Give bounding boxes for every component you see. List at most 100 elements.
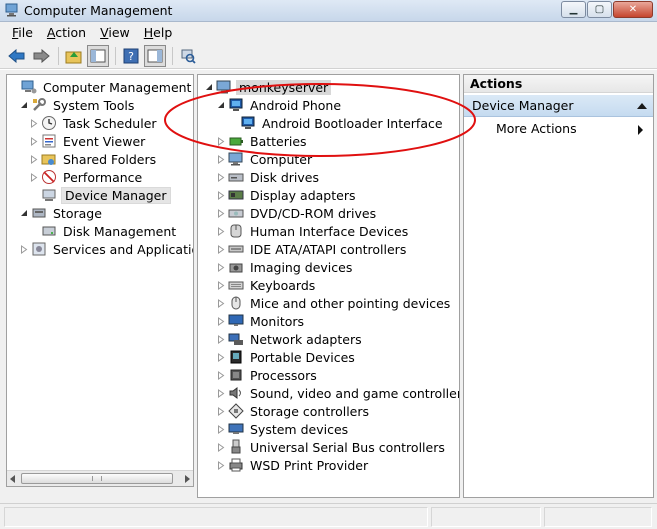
device-tree-item[interactable]: monkeyserver (204, 78, 332, 96)
expand-tree-icon[interactable] (216, 226, 226, 236)
device-tree-item[interactable]: Sound, video and game controllers (216, 384, 459, 402)
console-tree-item[interactable]: Computer Management (Local (9, 78, 193, 96)
expand-tree-icon[interactable] (29, 118, 39, 128)
expand-tree-icon[interactable] (216, 442, 226, 452)
collapse-icon[interactable] (637, 103, 647, 109)
android-bootloader-icon (240, 115, 256, 131)
device-tree-item[interactable]: Imaging devices (216, 258, 354, 276)
device-tree-label: DVD/CD-ROM drives (250, 205, 377, 221)
close-button[interactable]: ✕ (613, 1, 653, 18)
menu-view[interactable]: View (93, 25, 137, 40)
ide-controller-icon (228, 241, 244, 257)
device-tree-item[interactable]: Computer (216, 150, 314, 168)
device-tree-item[interactable]: Monitors (216, 312, 306, 330)
scroll-right-icon[interactable] (185, 475, 190, 483)
device-tree-item[interactable]: Mice and other pointing devices (216, 294, 452, 312)
expand-tree-icon[interactable] (216, 154, 226, 164)
console-tree-item[interactable]: Device Manager (29, 186, 171, 204)
expand-tree-icon[interactable] (216, 334, 226, 344)
expand-tree-icon[interactable] (216, 298, 226, 308)
up-button[interactable] (63, 45, 85, 67)
back-button[interactable] (6, 45, 28, 67)
help-button[interactable]: ? (120, 45, 142, 67)
expand-tree-icon[interactable] (216, 280, 226, 290)
scrollbar-thumb[interactable] (21, 473, 173, 484)
scroll-left-icon[interactable] (10, 475, 15, 483)
expand-tree-icon[interactable] (216, 262, 226, 272)
device-tree-label: WSD Print Provider (250, 457, 369, 473)
minimize-button[interactable]: ▁ (561, 1, 586, 18)
device-tree-item[interactable]: System devices (216, 420, 350, 438)
console-tree-item[interactable]: System Tools (19, 96, 136, 114)
imaging-device-icon (228, 259, 244, 275)
expand-tree-icon[interactable] (216, 190, 226, 200)
console-tree-item[interactable]: Shared Folders (29, 150, 158, 168)
console-tree-item[interactable]: Disk Management (29, 222, 178, 240)
menu-help[interactable]: Help (137, 25, 180, 40)
device-tree-item[interactable]: Universal Serial Bus controllers (216, 438, 447, 456)
computer-management-icon (5, 3, 18, 17)
expand-tree-icon[interactable] (216, 406, 226, 416)
forward-arrow-icon (33, 48, 50, 63)
expand-tree-icon[interactable] (216, 352, 226, 362)
performance-icon (41, 169, 57, 185)
device-tree-label: Keyboards (250, 277, 316, 293)
collapse-tree-icon[interactable] (216, 100, 226, 110)
expand-tree-icon[interactable] (216, 370, 226, 380)
device-tree-item[interactable]: Display adapters (216, 186, 357, 204)
expand-tree-icon[interactable] (216, 208, 226, 218)
expand-tree-icon[interactable] (216, 316, 226, 326)
expand-tree-icon[interactable] (216, 244, 226, 254)
display-adapter-icon (228, 187, 244, 203)
collapse-tree-icon[interactable] (204, 82, 214, 92)
collapse-tree-icon[interactable] (19, 208, 29, 218)
device-tree-item[interactable]: WSD Print Provider (216, 456, 370, 474)
expand-tree-icon[interactable] (19, 244, 29, 254)
console-tree-item[interactable]: Task Scheduler (29, 114, 159, 132)
scan-hardware-button[interactable] (177, 45, 199, 67)
device-tree-item[interactable]: Network adapters (216, 330, 364, 348)
actions-section-device-manager[interactable]: Device Manager (464, 95, 653, 117)
collapse-tree-icon[interactable] (19, 100, 29, 110)
expand-tree-icon[interactable] (29, 154, 39, 164)
usb-icon (228, 439, 244, 455)
device-tree-item[interactable]: Human Interface Devices (216, 222, 410, 240)
forward-button[interactable] (30, 45, 52, 67)
device-tree-item[interactable]: Disk drives (216, 168, 321, 186)
menu-file[interactable]: File (0, 25, 40, 40)
expand-tree-icon[interactable] (216, 172, 226, 182)
more-actions-item[interactable]: More Actions (496, 121, 577, 136)
storage-icon (31, 205, 47, 221)
console-tree-item[interactable]: Event Viewer (29, 132, 147, 150)
console-tree-item[interactable]: Services and Applications (19, 240, 193, 258)
expand-tree-icon[interactable] (29, 172, 39, 182)
device-tree-item[interactable]: Processors (216, 366, 319, 384)
device-tree-item[interactable]: DVD/CD-ROM drives (216, 204, 378, 222)
device-tree-item[interactable]: Storage controllers (216, 402, 371, 420)
horizontal-scrollbar[interactable] (7, 470, 193, 486)
show-hide-action-button[interactable] (144, 44, 166, 67)
device-tree-item[interactable]: Keyboards (216, 276, 317, 294)
expand-tree-icon[interactable] (216, 136, 226, 146)
expand-tree-icon[interactable] (29, 136, 39, 146)
device-tree-item[interactable]: Android Bootloader Interface (228, 114, 445, 132)
expand-tree-icon[interactable] (216, 424, 226, 434)
expand-tree-icon[interactable] (216, 460, 226, 470)
console-tree-item[interactable]: Storage (19, 204, 104, 222)
console-tree-label: Services and Applications (53, 241, 193, 257)
window-controls: ▁ ▢ ✕ (560, 1, 653, 18)
show-hide-tree-button[interactable] (87, 44, 109, 67)
maximize-button[interactable]: ▢ (587, 1, 612, 18)
computer-icon (216, 79, 232, 95)
device-tree-item[interactable]: IDE ATA/ATAPI controllers (216, 240, 408, 258)
menu-action[interactable]: Action (40, 25, 93, 40)
scrollbar-grip-icon (92, 476, 102, 481)
console-tree-item[interactable]: Performance (29, 168, 144, 186)
action-pane-icon (147, 49, 163, 62)
device-tree-label: Imaging devices (250, 259, 353, 275)
device-tree-item[interactable]: Batteries (216, 132, 309, 150)
device-tree-item[interactable]: Portable Devices (216, 348, 357, 366)
device-tree-item[interactable]: Android Phone (216, 96, 343, 114)
expand-tree-icon[interactable] (216, 388, 226, 398)
